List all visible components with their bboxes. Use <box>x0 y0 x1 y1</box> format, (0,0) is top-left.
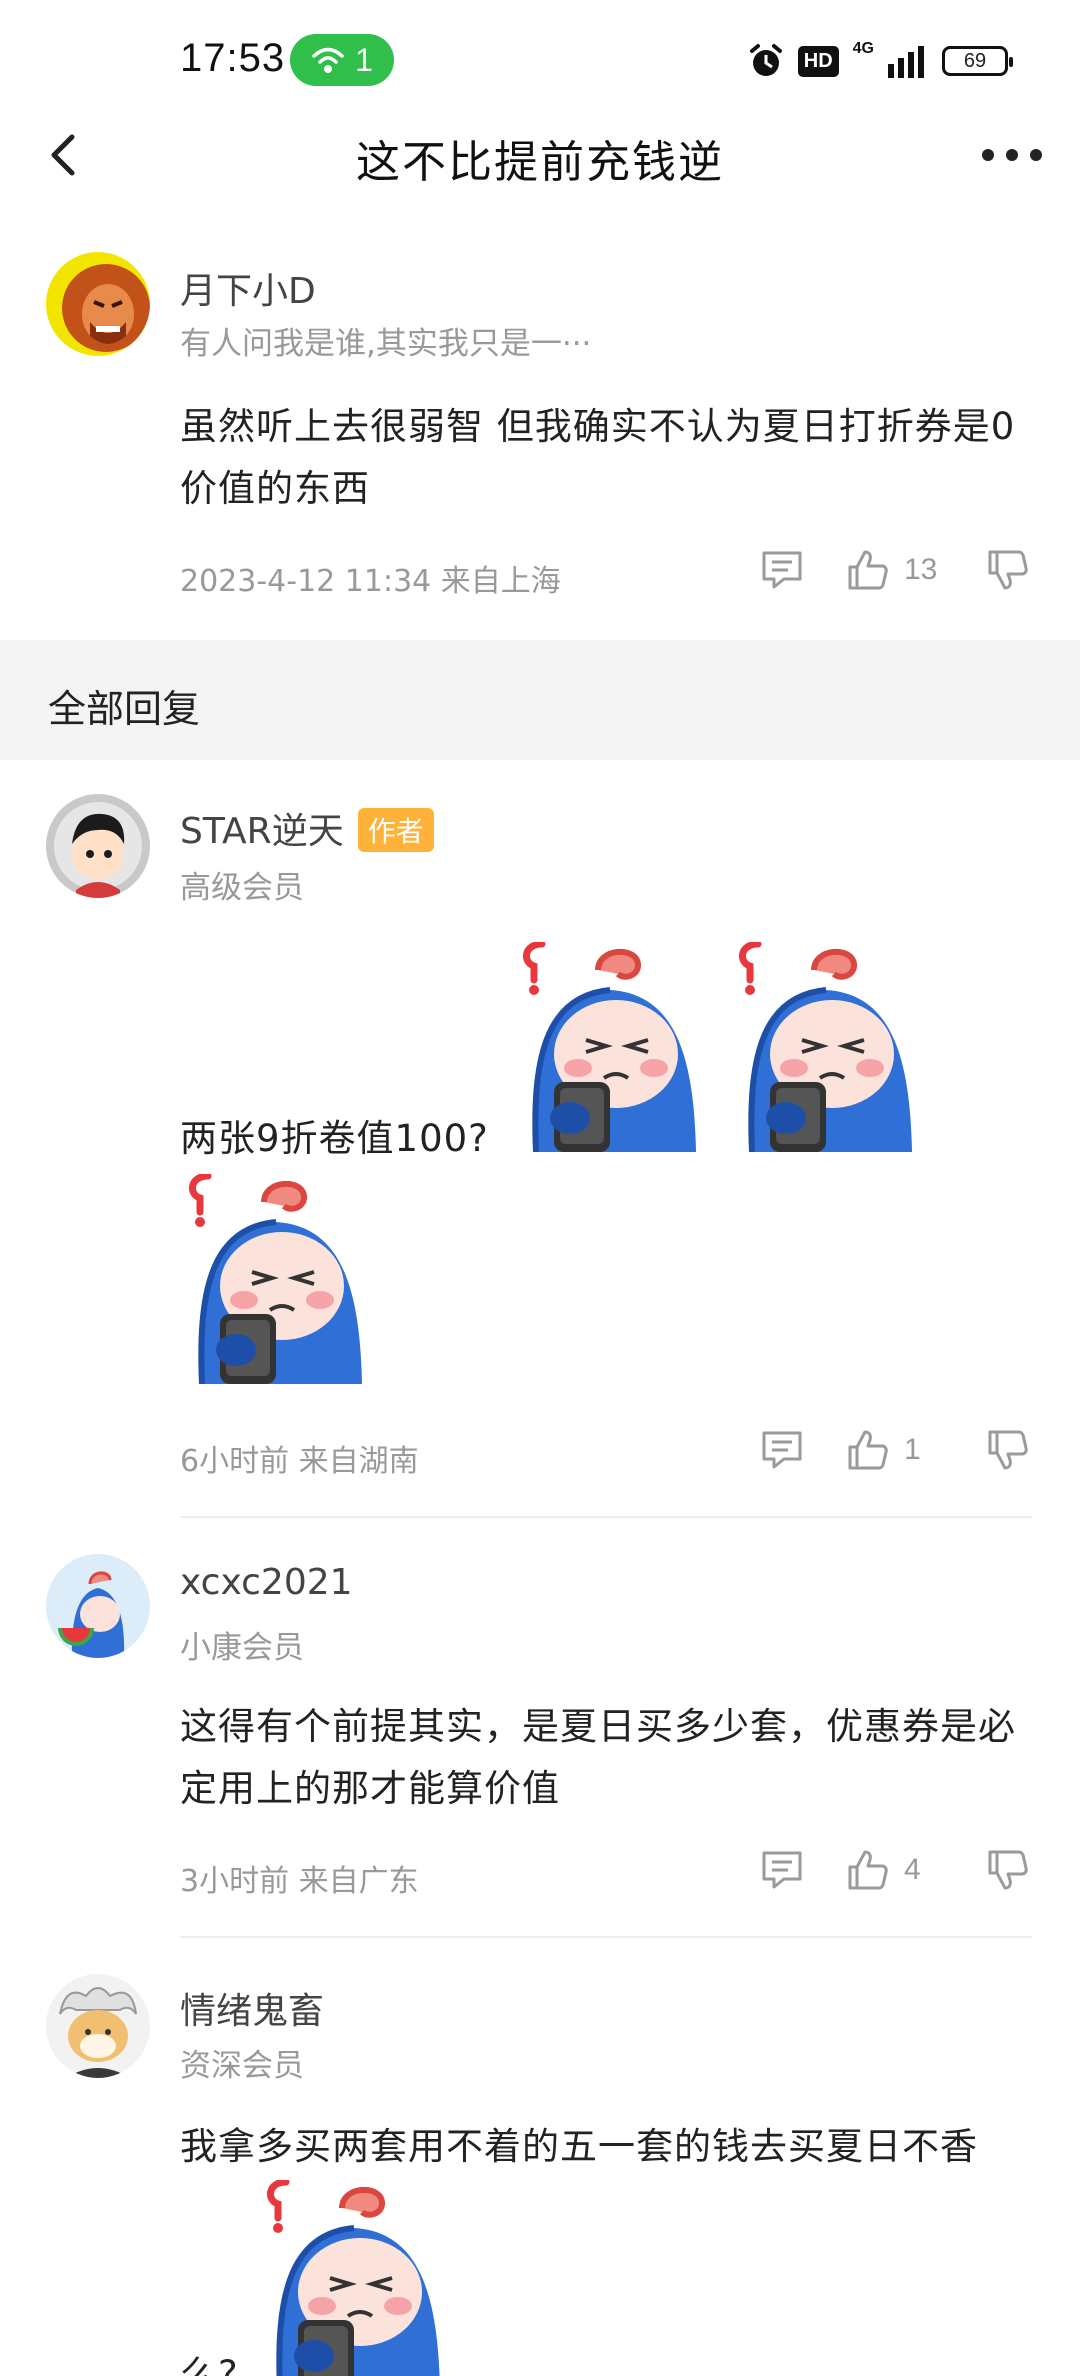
more-icon-dot <box>1006 149 1018 161</box>
avatar[interactable] <box>46 794 150 898</box>
reply-text: 这得有个前提其实，是夏日买多少套，优惠券是必定用上的那才能算价值 <box>180 1705 1016 1810</box>
thumb-down-icon <box>986 1428 1030 1472</box>
reply-meta: 3小时前 来自广东 <box>180 1864 419 1899</box>
battery-level: 69 <box>963 49 987 72</box>
like-count: 1 <box>904 1433 921 1466</box>
username[interactable]: xcxc2021 <box>180 1562 353 1603</box>
thumb-down-icon <box>986 1848 1030 1892</box>
page-title: 这不比提前充钱逆 <box>356 137 724 188</box>
divider <box>180 1516 1032 1518</box>
hd-badge: HD <box>797 45 839 77</box>
battery-icon: 69 <box>942 46 1013 76</box>
status-icons: HD 4G 69 <box>748 38 1013 84</box>
section-title: 全部回复 <box>48 687 201 731</box>
like-button[interactable]: 1 <box>846 1428 956 1472</box>
divider <box>180 1936 1032 1938</box>
like-button[interactable]: 13 <box>846 548 956 592</box>
author-badge: 作者 <box>357 808 434 852</box>
username[interactable]: STAR逆天 作者 <box>180 802 434 855</box>
section-header: 全部回复 <box>0 640 1080 760</box>
comment-button[interactable] <box>760 548 804 592</box>
more-icon-dot <box>982 149 994 161</box>
status-bar: 17:53 1 HD 4G 69 <box>0 0 1080 120</box>
comment-button[interactable] <box>760 1848 804 1892</box>
more-icon-dot <box>1030 149 1042 161</box>
member-level: 小康会员 <box>180 1630 304 1666</box>
dislike-button[interactable] <box>986 1428 1030 1472</box>
thumb-up-icon <box>846 1428 890 1472</box>
comment-icon <box>760 1428 804 1472</box>
thumb-up-icon <box>846 548 890 592</box>
avatar-image <box>46 1974 150 2078</box>
more-button[interactable] <box>970 128 1054 182</box>
like-count: 13 <box>904 553 938 586</box>
hotspot-count: 1 <box>355 41 373 78</box>
like-button[interactable]: 4 <box>846 1848 956 1892</box>
alarm-icon <box>749 44 782 76</box>
comment-icon <box>760 548 804 592</box>
reply-actions: 4 <box>760 1848 1030 1892</box>
avatar[interactable] <box>46 1554 150 1658</box>
hotspot-pill[interactable]: 1 <box>290 34 394 86</box>
sticker-emoji <box>258 2180 448 2376</box>
thumb-up-icon <box>846 1848 890 1892</box>
avatar-image <box>46 1554 150 1658</box>
network-label: 4G <box>852 40 874 57</box>
avatar-image <box>46 252 150 356</box>
sticker-emoji <box>180 1174 370 1384</box>
reply-actions: 1 <box>760 1428 1030 1472</box>
dislike-button[interactable] <box>986 1848 1030 1892</box>
reply-text-tail: 么? <box>180 2353 239 2376</box>
avatar-image <box>46 794 150 898</box>
post-actions: 13 <box>760 548 1030 592</box>
sticker-emoji <box>730 942 920 1152</box>
post-text: 虽然听上去很弱智 但我确实不认为夏日打折券是0价值的东西 <box>180 405 1016 510</box>
username[interactable]: 月下小D <box>180 262 316 314</box>
user-signature: 有人问我是谁,其实我只是一··· <box>180 326 592 362</box>
nav-bar: 这不比提前充钱逆 <box>0 120 1080 190</box>
reply-meta: 6小时前 来自湖南 <box>180 1444 419 1479</box>
comment-icon <box>760 1848 804 1892</box>
post-meta: 2023-4-12 11:34 来自上海 <box>180 564 561 599</box>
username[interactable]: 情绪鬼畜 <box>180 1982 324 2034</box>
avatar[interactable] <box>46 1974 150 2078</box>
reply-text: 两张9折卷值100? <box>180 1117 489 1160</box>
comment-button[interactable] <box>760 1428 804 1472</box>
member-level: 高级会员 <box>180 870 304 906</box>
sticker-emoji <box>514 942 704 1152</box>
dislike-button[interactable] <box>986 548 1030 592</box>
thumb-down-icon <box>986 548 1030 592</box>
status-time: 17:53 <box>180 36 286 80</box>
like-count: 4 <box>904 1853 921 1886</box>
hotspot-icon <box>312 47 344 73</box>
reply-text: 我拿多买两套用不着的五一套的钱去买夏日不香 <box>180 2125 978 2168</box>
avatar[interactable] <box>46 252 150 356</box>
member-level: 资深会员 <box>180 2048 304 2084</box>
signal-icon <box>888 46 924 78</box>
username-text: STAR逆天 <box>180 811 344 852</box>
